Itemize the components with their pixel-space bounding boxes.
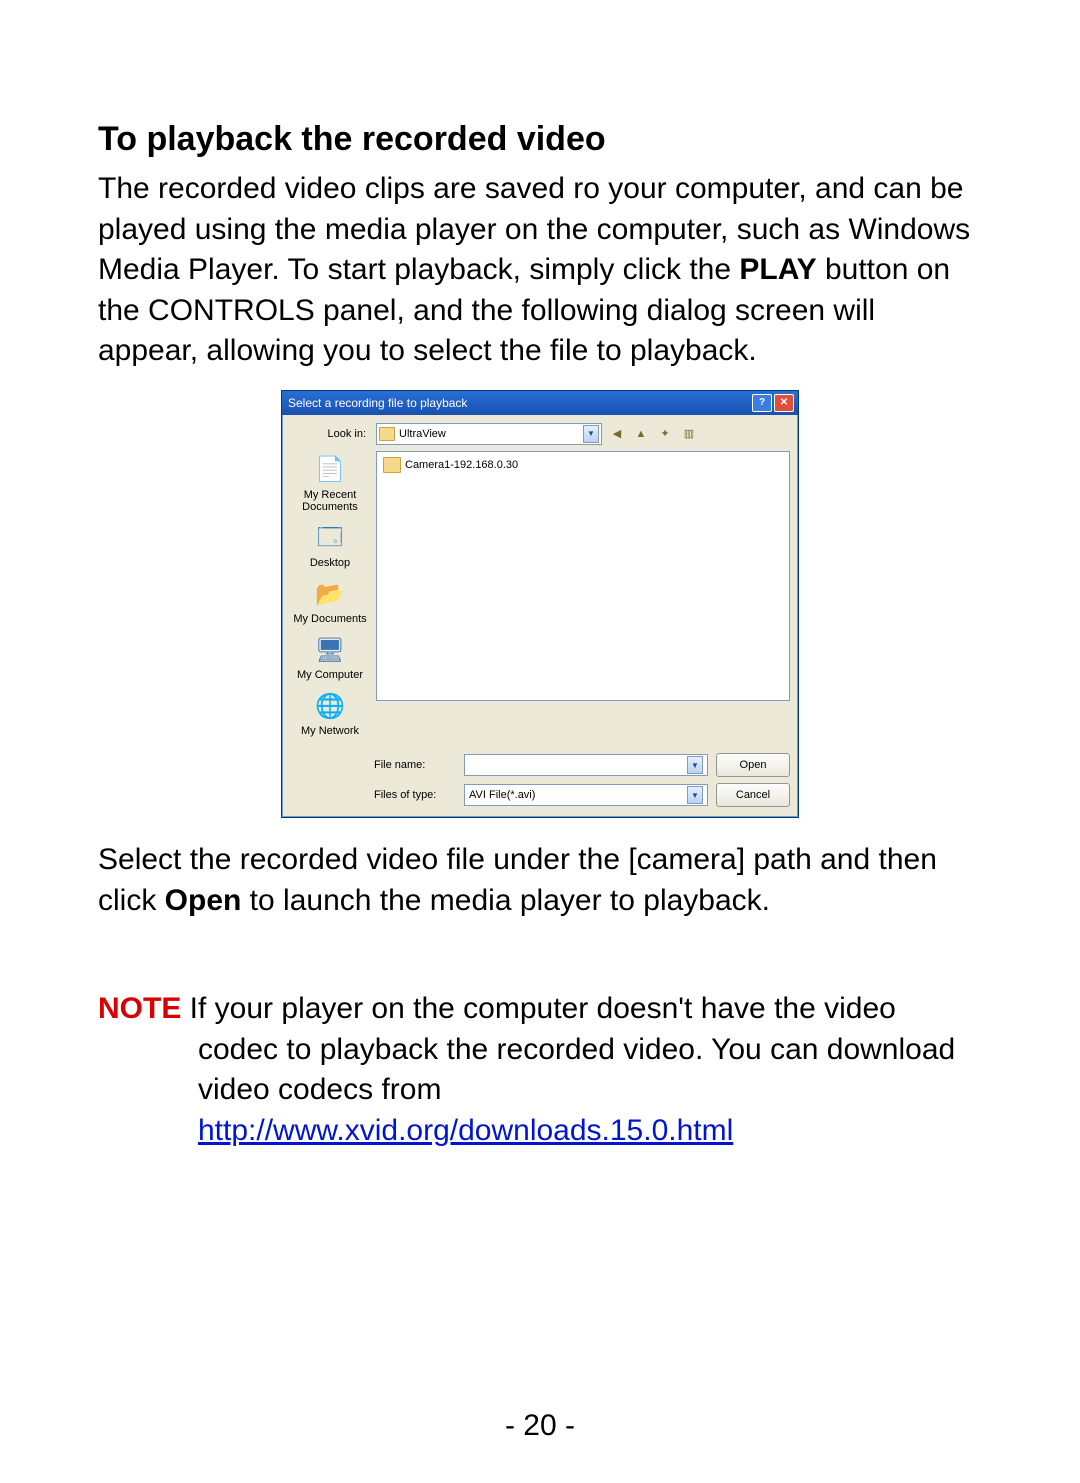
my-network-icon: 🌐 bbox=[313, 691, 347, 723]
folder-icon bbox=[383, 457, 401, 473]
codec-download-link[interactable]: http://www.xvid.org/downloads.15.0.html bbox=[198, 1111, 733, 1152]
outro-paragraph: Select the recorded video file under the… bbox=[98, 840, 982, 921]
dialog-bottom: File name: ▼ Open Files of type: AVI Fil… bbox=[282, 745, 798, 817]
my-documents-icon: 📂 bbox=[313, 579, 347, 611]
lookin-combo[interactable]: UltraView ▼ bbox=[376, 423, 602, 445]
place-mydocs[interactable]: 📂 My Documents bbox=[293, 579, 366, 625]
folder-icon bbox=[379, 427, 395, 441]
outro-text-post: to launch the media player to playback. bbox=[241, 884, 770, 917]
place-mynetwork[interactable]: 🌐 My Network bbox=[301, 691, 359, 737]
place-recent-label: My Recent Documents bbox=[290, 489, 370, 513]
dialog-titlebar[interactable]: Select a recording file to playback ? ✕ bbox=[282, 391, 798, 415]
places-bar: 📄 My Recent Documents 🗔 Desktop 📂 My Doc… bbox=[290, 451, 370, 738]
note-paragraph: NOTE If your player on the computer does… bbox=[98, 989, 982, 1151]
filename-field[interactable]: ▼ bbox=[464, 754, 708, 776]
desktop-icon: 🗔 bbox=[313, 523, 347, 555]
chevron-down-icon[interactable]: ▼ bbox=[687, 756, 703, 774]
place-mycomputer-label: My Computer bbox=[297, 669, 363, 681]
lookin-row: Look in: UltraView ▼ ◀ ▲ ✦ ▥ bbox=[282, 415, 798, 451]
place-mynetwork-label: My Network bbox=[301, 725, 359, 737]
back-icon[interactable]: ◀ bbox=[608, 425, 626, 443]
note-text-line1: If your player on the computer doesn't h… bbox=[181, 992, 896, 1025]
document-page: To playback the recorded video The recor… bbox=[0, 0, 1080, 1483]
lookin-label: Look in: bbox=[290, 428, 370, 440]
open-button[interactable]: Open bbox=[716, 753, 790, 777]
outro-text-bold: Open bbox=[165, 884, 242, 917]
views-icon[interactable]: ▥ bbox=[680, 425, 698, 443]
chevron-down-icon[interactable]: ▼ bbox=[687, 786, 703, 804]
help-icon[interactable]: ? bbox=[752, 394, 772, 412]
place-mydocs-label: My Documents bbox=[293, 613, 366, 625]
lookin-value: UltraView bbox=[399, 428, 446, 440]
file-open-dialog: Select a recording file to playback ? ✕ … bbox=[281, 390, 799, 819]
filetype-field[interactable]: AVI File(*.avi) ▼ bbox=[464, 784, 708, 806]
my-computer-icon: 🖥 bbox=[313, 635, 347, 667]
section-heading: To playback the recorded video bbox=[98, 120, 982, 159]
close-icon[interactable]: ✕ bbox=[774, 394, 794, 412]
file-item-name: Camera1-192.168.0.30 bbox=[405, 459, 518, 471]
note-label: NOTE bbox=[98, 992, 181, 1025]
list-item[interactable]: Camera1-192.168.0.30 bbox=[381, 456, 785, 474]
filetype-value: AVI File(*.avi) bbox=[469, 789, 535, 801]
place-recent[interactable]: 📄 My Recent Documents bbox=[290, 455, 370, 513]
new-folder-icon[interactable]: ✦ bbox=[656, 425, 674, 443]
place-mycomputer[interactable]: 🖥 My Computer bbox=[297, 635, 363, 681]
dialog-title: Select a recording file to playback bbox=[288, 396, 750, 410]
intro-paragraph: The recorded video clips are saved ro yo… bbox=[98, 169, 982, 372]
page-number: - 20 - bbox=[0, 1409, 1080, 1443]
note-text-line2: codec to playback the recorded video. Yo… bbox=[198, 1030, 982, 1111]
up-one-level-icon[interactable]: ▲ bbox=[632, 425, 650, 443]
place-desktop[interactable]: 🗔 Desktop bbox=[310, 523, 350, 569]
filetype-label: Files of type: bbox=[374, 789, 456, 801]
dialog-illustration: Select a recording file to playback ? ✕ … bbox=[98, 390, 982, 819]
filename-label: File name: bbox=[374, 759, 456, 771]
dialog-body: 📄 My Recent Documents 🗔 Desktop 📂 My Doc… bbox=[282, 451, 798, 746]
file-list-pane[interactable]: Camera1-192.168.0.30 bbox=[376, 451, 790, 701]
chevron-down-icon[interactable]: ▼ bbox=[583, 425, 599, 443]
place-desktop-label: Desktop bbox=[310, 557, 350, 569]
cancel-button[interactable]: Cancel bbox=[716, 783, 790, 807]
recent-documents-icon: 📄 bbox=[313, 455, 347, 487]
intro-text-bold: PLAY bbox=[739, 253, 816, 286]
